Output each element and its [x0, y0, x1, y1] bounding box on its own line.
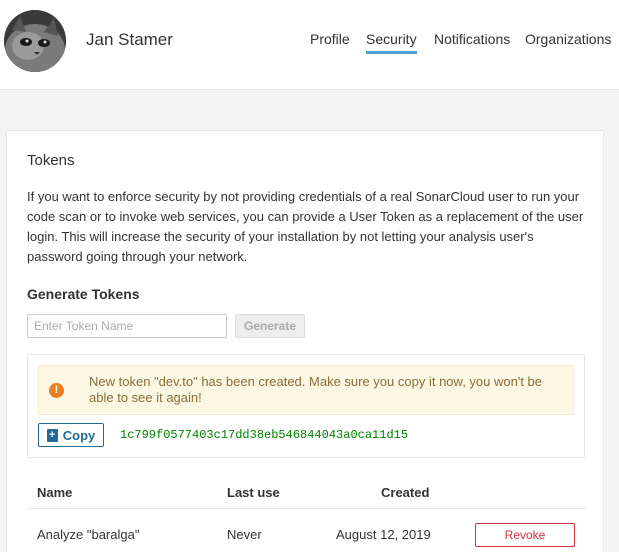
tab-notifications[interactable]: Notifications: [434, 31, 510, 47]
tab-profile[interactable]: Profile: [310, 31, 350, 47]
clipboard-icon: +: [46, 428, 58, 442]
column-name: Name: [37, 485, 73, 500]
copy-button[interactable]: + Copy: [38, 423, 104, 447]
generate-button[interactable]: Generate: [235, 314, 305, 338]
account-nav: Profile Security Notifications Organizat…: [0, 31, 619, 61]
account-header: Jan Stamer Profile Security Notification…: [0, 0, 619, 90]
tokens-table-header: Name Last use Created: [27, 481, 585, 509]
token-value[interactable]: 1c799f0577403c17dd38eb546844043a0ca11d15: [120, 428, 408, 442]
token-created-alert: ! New token "dev.to" has been created. M…: [38, 365, 574, 415]
new-token-panel: ! New token "dev.to" has been created. M…: [27, 354, 585, 458]
column-created: Created: [381, 485, 430, 500]
tokens-description: If you want to enforce security by not p…: [27, 189, 584, 264]
token-name-input[interactable]: [27, 314, 227, 338]
revoke-button[interactable]: Revoke: [475, 523, 575, 547]
created-cell: August 12, 2019: [336, 527, 431, 542]
copy-label: Copy: [62, 427, 96, 443]
token-name-cell: Analyze "baralga": [37, 527, 140, 542]
warning-icon: !: [49, 383, 64, 398]
tab-security[interactable]: Security: [366, 31, 417, 54]
table-row: Analyze "baralga" Never August 12, 2019 …: [27, 511, 585, 552]
alert-message: New token "dev.to" has been created. Mak…: [89, 374, 543, 405]
generate-tokens-heading: Generate Tokens: [27, 286, 140, 302]
tab-organizations[interactable]: Organizations: [525, 31, 611, 47]
last-use-cell: Never: [227, 527, 262, 542]
tokens-title: Tokens: [27, 152, 75, 169]
column-last-use: Last use: [227, 485, 280, 500]
tokens-card: Tokens If you want to enforce security b…: [6, 130, 604, 552]
